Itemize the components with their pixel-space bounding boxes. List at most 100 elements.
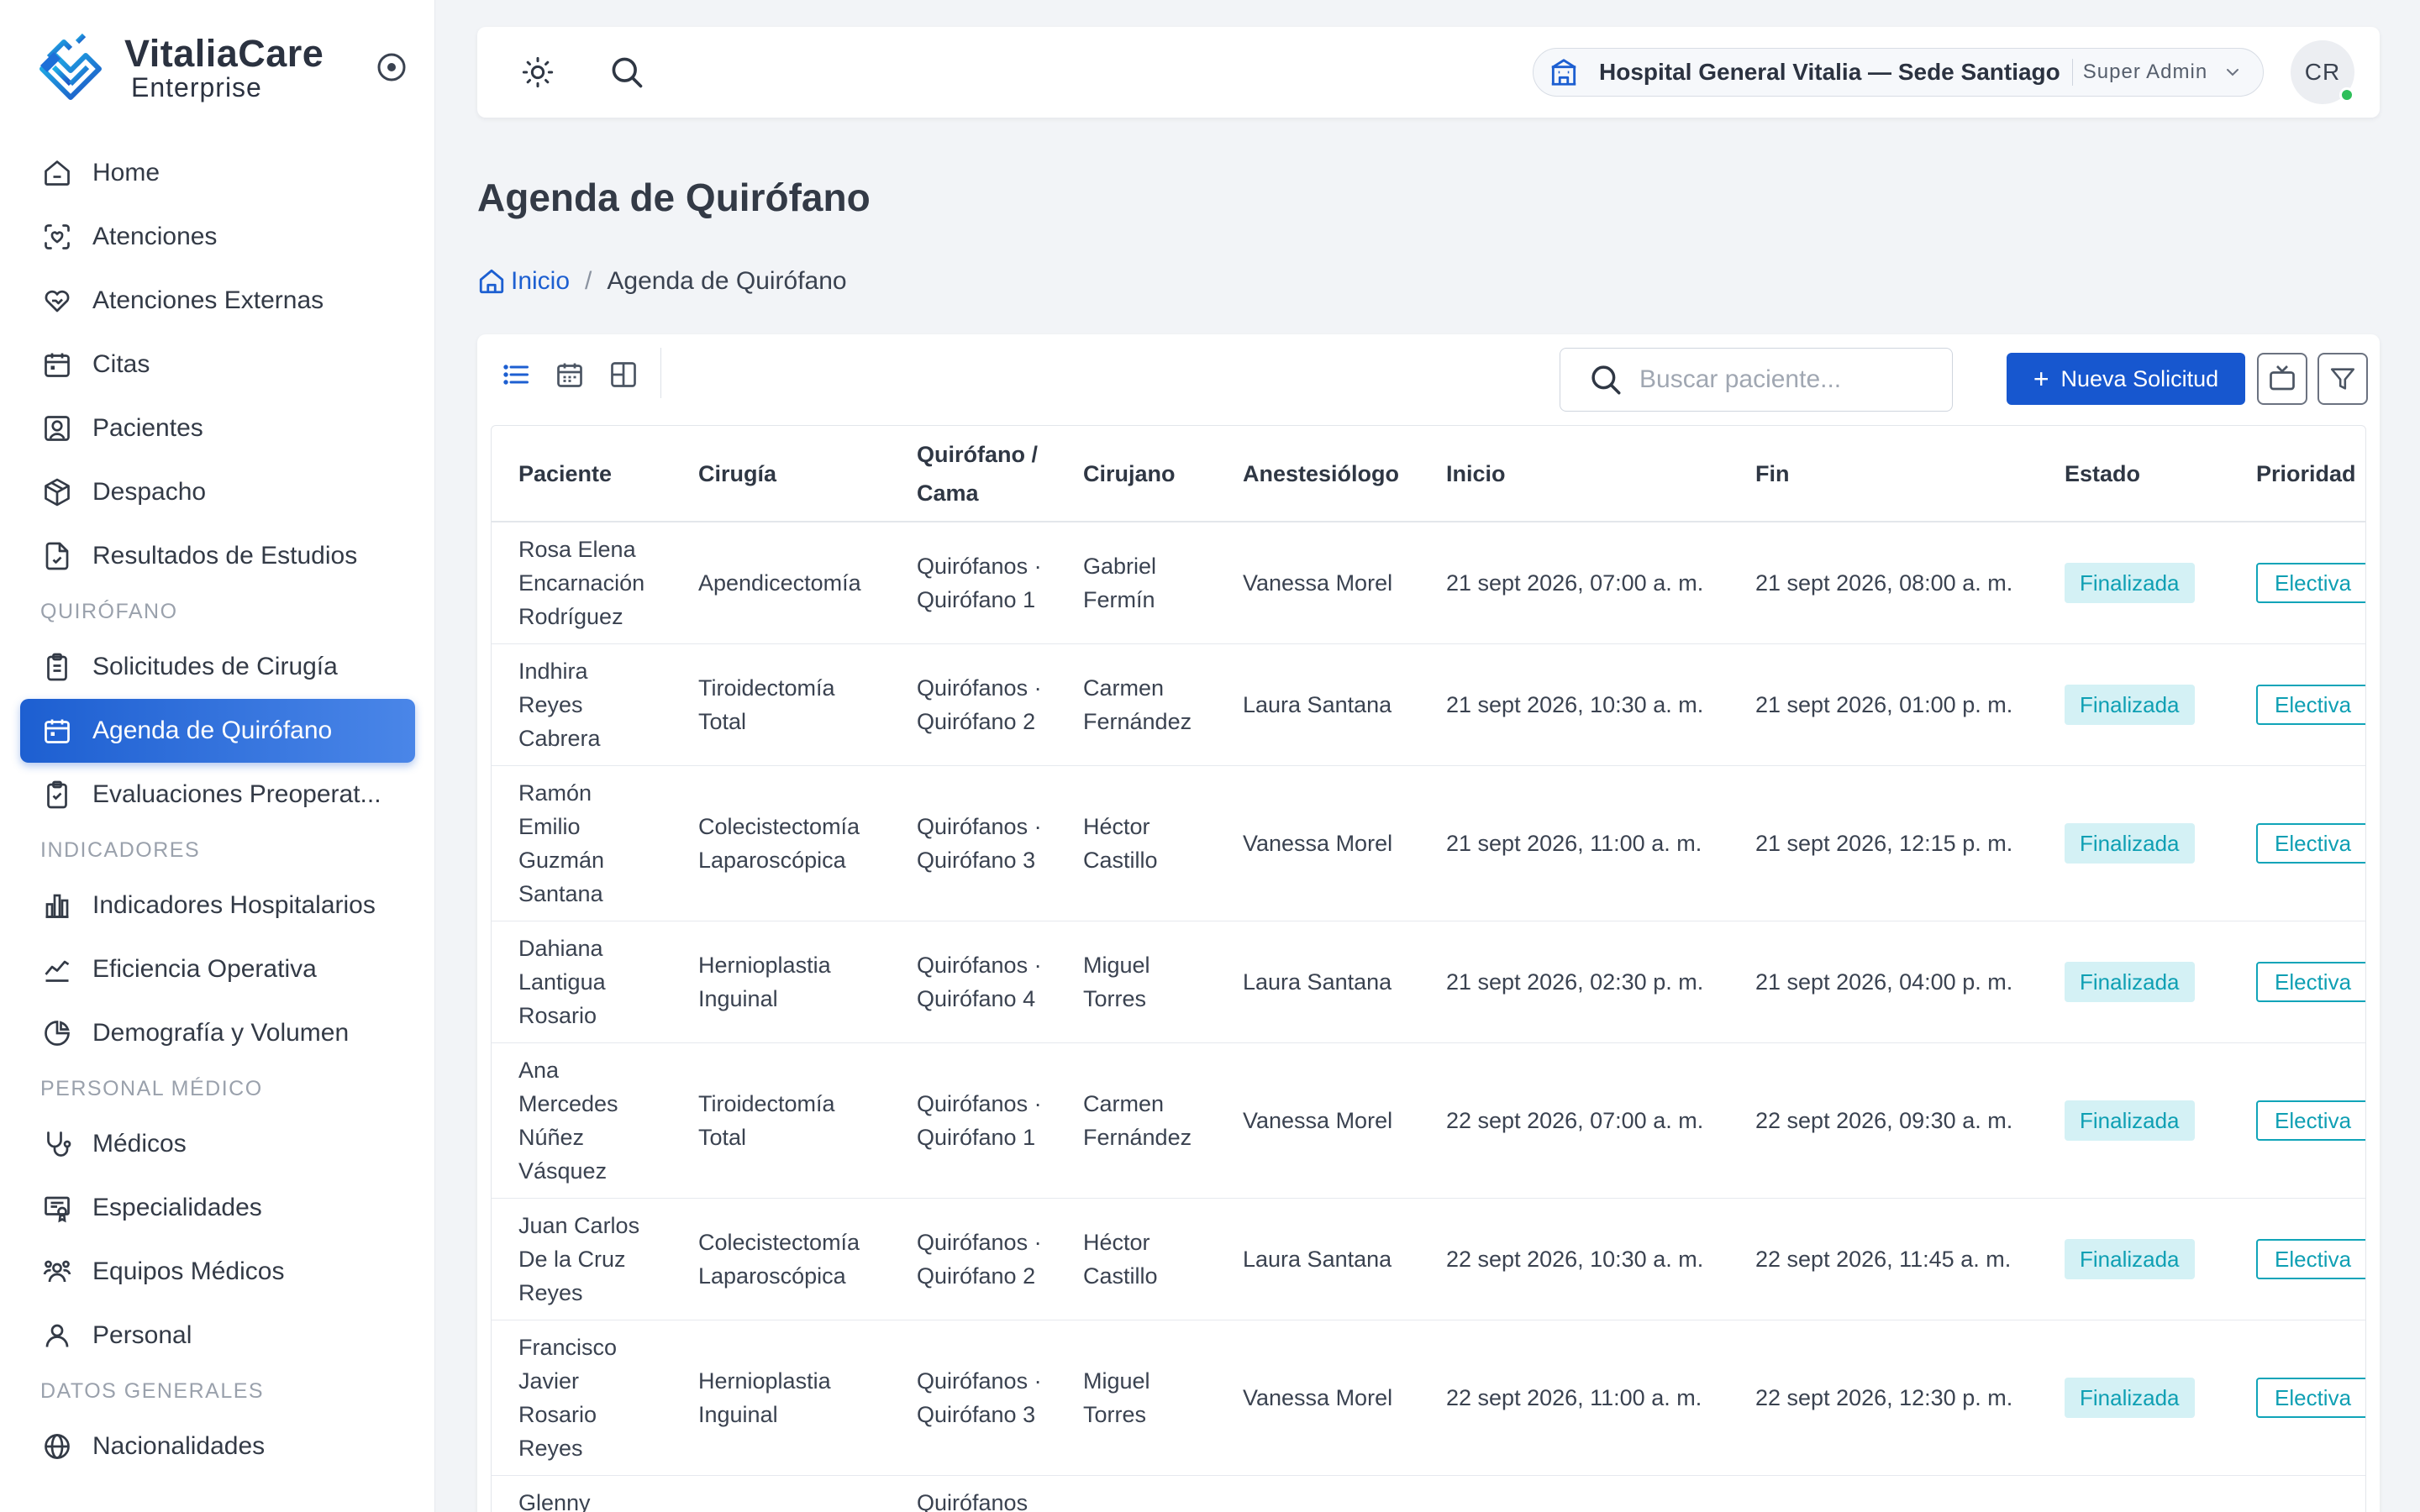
brand[interactable]: VitaliaCare Enterprise bbox=[35, 30, 408, 102]
sidebar-item-label: Equipos Médicos bbox=[92, 1257, 285, 1285]
sidebar-item-indicadores-hospitalarios[interactable]: Indicadores Hospitalarios bbox=[20, 874, 415, 937]
sidebar-item-especialidades[interactable]: Especialidades bbox=[20, 1176, 415, 1240]
divider bbox=[660, 348, 661, 398]
cell-cirugia: Tiroidectomía Total bbox=[671, 1042, 890, 1199]
filter-button[interactable] bbox=[2317, 353, 2368, 405]
cell-inicio: 22 sept 2026, 10:30 a. m. bbox=[1419, 1198, 1728, 1320]
breadcrumb-home-label: Inicio bbox=[511, 267, 571, 295]
cell-estado: Finalizada bbox=[2038, 522, 2229, 644]
sidebar-item-resultados[interactable]: Resultados de Estudios bbox=[20, 524, 415, 588]
column-header-prioridad[interactable]: Prioridad bbox=[2229, 426, 2365, 522]
column-header-inicio[interactable]: Inicio bbox=[1419, 426, 1728, 522]
breadcrumb-home-link[interactable]: Inicio bbox=[477, 267, 570, 296]
table-header-row: Paciente Cirugía Quirófano / Cama Ciruja… bbox=[492, 426, 2365, 522]
sidebar-item-home[interactable]: Home bbox=[20, 141, 415, 205]
sidebar-item-despacho[interactable]: Despacho bbox=[20, 460, 415, 524]
priority-badge: Electiva bbox=[2256, 1100, 2365, 1141]
sidebar-item-atenciones-externas[interactable]: Atenciones Externas bbox=[20, 269, 415, 333]
page-title: Agenda de Quirófano bbox=[477, 176, 871, 219]
cell-prioridad: Electiva bbox=[2229, 1320, 2365, 1476]
sidebar-item-evaluaciones-preoperatorias[interactable]: Evaluaciones Preoperat... bbox=[20, 763, 415, 827]
sidebar-pin-icon[interactable] bbox=[375, 50, 408, 84]
column-header-paciente[interactable]: Paciente bbox=[492, 426, 671, 522]
sidebar-item-agenda-quirofano[interactable]: Agenda de Quirófano bbox=[20, 699, 415, 763]
table-row[interactable]: Ramón Emilio Guzmán Santana Colecistecto… bbox=[492, 765, 2365, 921]
user-role: Super Admin bbox=[2082, 60, 2208, 83]
list-view-button[interactable] bbox=[496, 354, 536, 395]
cell-estado: Finalizada bbox=[2038, 1198, 2229, 1320]
hand-heart-icon bbox=[40, 284, 74, 318]
hospital-selector[interactable]: Hospital General Vitalia — Sede Santiago… bbox=[1533, 48, 2264, 97]
patient-search-field[interactable] bbox=[1560, 348, 1953, 412]
sidebar-item-label: Atenciones Externas bbox=[92, 286, 324, 314]
sidebar-item-label: Demografía y Volumen bbox=[92, 1019, 350, 1047]
sidebar-item-label: Pacientes bbox=[92, 414, 203, 442]
tv-mode-button[interactable] bbox=[2257, 353, 2307, 405]
table-row[interactable]: Ana Mercedes Núñez Vásquez Tiroidectomía… bbox=[492, 1042, 2365, 1199]
cell-paciente: Dahiana Lantigua Rosario bbox=[492, 921, 671, 1043]
sidebar-item-label: Solicitudes de Cirugía bbox=[92, 653, 338, 680]
table-row[interactable]: Francisco Javier Rosario Reyes Herniopla… bbox=[492, 1320, 2365, 1476]
hospital-name: Hospital General Vitalia — Sede Santiago bbox=[1599, 59, 2060, 85]
calendar-icon bbox=[40, 348, 74, 381]
sidebar-item-label: Resultados de Estudios bbox=[92, 542, 358, 570]
board-view-button[interactable] bbox=[603, 354, 644, 395]
column-header-fin[interactable]: Fin bbox=[1728, 426, 2038, 522]
cell-fin bbox=[1728, 1475, 2038, 1512]
sidebar-section-indicadores: INDICADORES bbox=[40, 837, 201, 862]
column-header-estado[interactable]: Estado bbox=[2038, 426, 2229, 522]
globe-icon bbox=[40, 1430, 74, 1463]
new-request-button[interactable]: + Nueva Solicitud bbox=[2007, 353, 2245, 405]
agenda-card: + Nueva Solicitud Paciente Cirugía Quiró… bbox=[477, 334, 2380, 1512]
sidebar-item-nacionalidades[interactable]: Nacionalidades bbox=[20, 1415, 415, 1478]
sidebar-item-label: Nacionalidades bbox=[92, 1432, 266, 1460]
table-row[interactable]: Indhira Reyes Cabrera Tiroidectomía Tota… bbox=[492, 643, 2365, 766]
priority-badge: Electiva bbox=[2256, 1378, 2365, 1418]
table-row[interactable]: Glenny Quirófanos bbox=[492, 1475, 2365, 1512]
sidebar-item-demografia-volumen[interactable]: Demografía y Volumen bbox=[20, 1001, 415, 1065]
cell-estado: Finalizada bbox=[2038, 765, 2229, 921]
priority-badge: Electiva bbox=[2256, 1239, 2365, 1279]
cell-quirofano: Quirófanos · Quirófano 3 bbox=[890, 765, 1056, 921]
patient-search-input[interactable] bbox=[1639, 365, 1950, 394]
column-header-cirujano[interactable]: Cirujano bbox=[1056, 426, 1216, 522]
sidebar-item-equipos-medicos[interactable]: Equipos Médicos bbox=[20, 1240, 415, 1304]
calendar-icon bbox=[557, 363, 582, 387]
cell-paciente: Francisco Javier Rosario Reyes bbox=[492, 1320, 671, 1476]
sidebar-item-eficiencia-operativa[interactable]: Eficiencia Operativa bbox=[20, 937, 415, 1001]
cell-cirugia: Hernioplastia Inguinal bbox=[671, 921, 890, 1043]
cell-quirofano: Quirófanos · Quirófano 4 bbox=[890, 921, 1056, 1043]
avatar[interactable]: CR bbox=[2291, 40, 2354, 104]
status-badge: Finalizada bbox=[2065, 685, 2195, 725]
sidebar-item-personal[interactable]: Personal bbox=[20, 1304, 415, 1368]
sidebar-item-label: Indicadores Hospitalarios bbox=[92, 891, 376, 919]
global-search-button[interactable] bbox=[607, 52, 647, 92]
table-row[interactable]: Juan Carlos De la Cruz Reyes Colecistect… bbox=[492, 1198, 2365, 1320]
sidebar-item-pacientes[interactable]: Pacientes bbox=[20, 396, 415, 460]
table-row[interactable]: Rosa Elena Encarnación Rodríguez Apendic… bbox=[492, 522, 2365, 644]
cell-fin: 21 sept 2026, 04:00 p. m. bbox=[1728, 921, 2038, 1043]
sidebar-item-medicos[interactable]: Médicos bbox=[20, 1112, 415, 1176]
brand-subtitle: Enterprise bbox=[131, 72, 262, 102]
cell-fin: 22 sept 2026, 09:30 a. m. bbox=[1728, 1042, 2038, 1199]
cell-cirugia: Colecistectomía Laparoscópica bbox=[671, 1198, 890, 1320]
plus-icon: + bbox=[2033, 364, 2049, 394]
sidebar-item-solicitudes-cirugia[interactable]: Solicitudes de Cirugía bbox=[20, 635, 415, 699]
cell-cirujano: Carmen Fernández bbox=[1056, 643, 1216, 766]
clipboard-check-icon bbox=[40, 778, 74, 811]
theme-toggle-button[interactable] bbox=[518, 52, 558, 92]
calendar-view-button[interactable] bbox=[550, 354, 590, 395]
column-header-quirofano[interactable]: Quirófano / Cama bbox=[890, 426, 1056, 522]
cell-estado bbox=[2038, 1475, 2229, 1512]
sidebar-item-atenciones[interactable]: Atenciones bbox=[20, 205, 415, 269]
cell-cirujano: Héctor Castillo bbox=[1056, 765, 1216, 921]
cell-anestesiologo: Laura Santana bbox=[1216, 643, 1419, 766]
pie-chart-icon bbox=[40, 1016, 74, 1050]
sidebar-item-citas[interactable]: Citas bbox=[20, 333, 415, 396]
column-header-anestesiologo[interactable]: Anestesiólogo bbox=[1216, 426, 1419, 522]
cell-quirofano: Quirófanos bbox=[890, 1475, 1056, 1512]
column-header-cirugia[interactable]: Cirugía bbox=[671, 426, 890, 522]
table-row[interactable]: Dahiana Lantigua Rosario Hernioplastia I… bbox=[492, 921, 2365, 1043]
cell-quirofano: Quirófanos · Quirófano 1 bbox=[890, 522, 1056, 644]
search-icon bbox=[612, 57, 643, 88]
